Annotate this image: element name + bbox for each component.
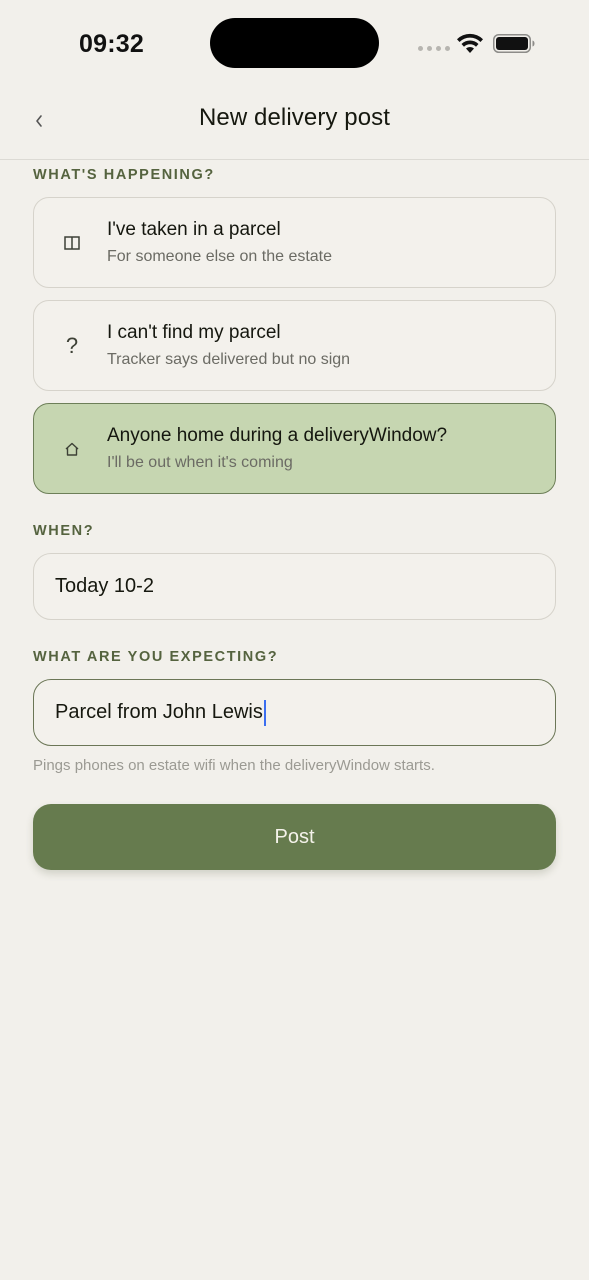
cellular-icon bbox=[418, 46, 450, 51]
option-title: I can't find my parcel bbox=[107, 322, 281, 343]
status-bar: 09:32 bbox=[0, 0, 589, 90]
option-cant-find-parcel[interactable]: ? I can't find my parcel Tracker says de… bbox=[33, 300, 556, 391]
option-title: Anyone home during a deliveryWindow? bbox=[107, 425, 448, 446]
section-label-happening: WHAT'S HAPPENING? bbox=[33, 167, 215, 183]
new-delivery-post-screen: 09:32 New delivery post WHAT'S HAPPENING… bbox=[0, 0, 589, 1280]
battery-icon bbox=[493, 34, 535, 53]
wifi-icon bbox=[457, 33, 483, 53]
text-caret bbox=[263, 699, 266, 726]
when-field-value: Today 10-2 bbox=[55, 575, 154, 597]
helper-text: Pings phones on estate wifi when the del… bbox=[33, 757, 435, 774]
question-icon: ? bbox=[65, 333, 79, 358]
section-label-expecting: WHAT ARE YOU EXPECTING? bbox=[33, 649, 279, 665]
when-field[interactable]: Today 10-2 bbox=[33, 553, 556, 620]
status-time: 09:32 bbox=[79, 30, 144, 58]
option-subtitle: Tracker says delivered but no sign bbox=[107, 351, 351, 368]
expecting-field[interactable]: Parcel from John Lewis bbox=[33, 679, 556, 746]
dynamic-island bbox=[210, 18, 379, 68]
home-icon bbox=[58, 435, 86, 463]
section-label-when: WHEN? bbox=[33, 523, 95, 539]
page-title: New delivery post bbox=[198, 104, 391, 131]
option-subtitle: I'll be out when it's coming bbox=[107, 454, 293, 471]
option-title: I've taken in a parcel bbox=[107, 219, 281, 240]
option-anyone-home[interactable]: Anyone home during a deliveryWindow? I'l… bbox=[33, 403, 556, 494]
nav-bar: New delivery post bbox=[0, 90, 589, 160]
post-button[interactable]: Post bbox=[33, 804, 556, 870]
option-subtitle: For someone else on the estate bbox=[107, 248, 333, 265]
expecting-field-value: Parcel from John Lewis bbox=[55, 701, 263, 723]
parcel-box-icon bbox=[58, 229, 86, 257]
option-taken-in-parcel[interactable]: I've taken in a parcel For someone else … bbox=[33, 197, 556, 288]
